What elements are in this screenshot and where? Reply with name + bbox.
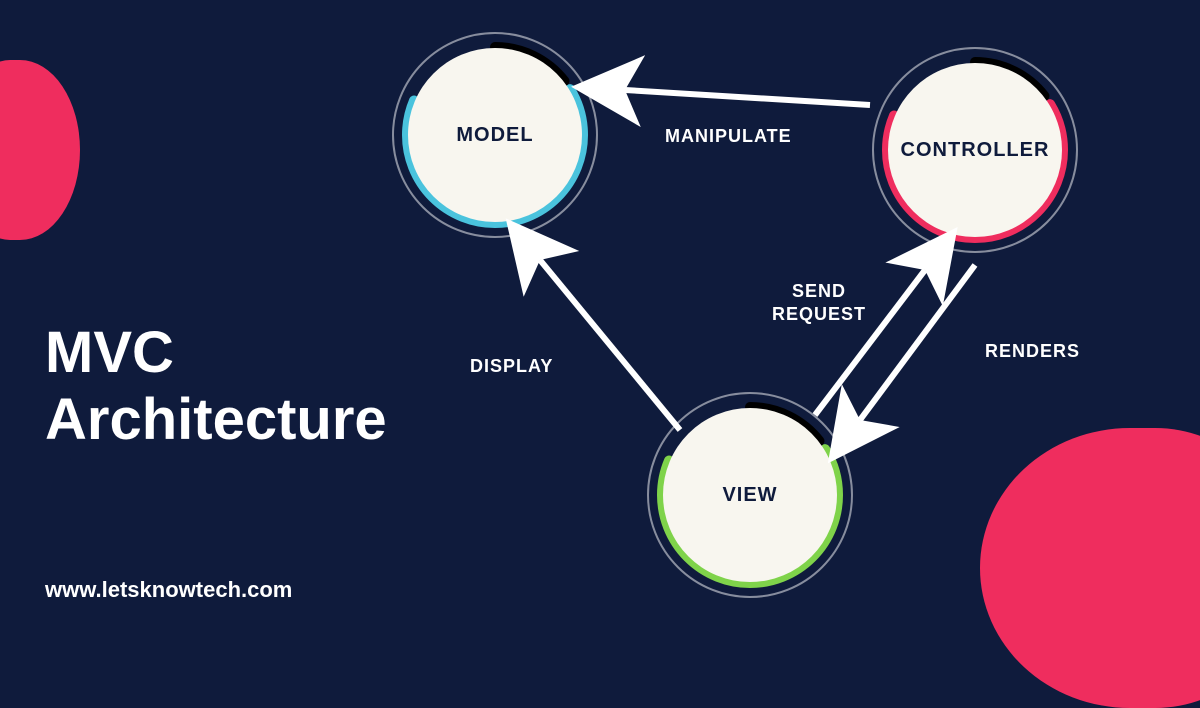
footer-url: www.letsknowtech.com bbox=[45, 577, 292, 603]
edge-label-renders: RENDERS bbox=[985, 340, 1080, 363]
edge-label-display: DISPLAY bbox=[470, 355, 553, 378]
edge-label-send: SEND bbox=[772, 280, 866, 303]
title-line-1: MVC bbox=[45, 320, 387, 387]
node-label-view: VIEW bbox=[722, 484, 777, 507]
node-disc: MODEL bbox=[408, 48, 582, 222]
node-label-model: MODEL bbox=[456, 124, 533, 147]
title-line-2: Architecture bbox=[45, 387, 387, 454]
node-disc: VIEW bbox=[663, 408, 837, 582]
decor-blob-top-left bbox=[0, 60, 80, 240]
edge-label-send-request: SEND REQUEST bbox=[772, 280, 866, 327]
node-disc: CONTROLLER bbox=[888, 63, 1062, 237]
node-controller: CONTROLLER bbox=[880, 55, 1070, 245]
diagram-title: MVC Architecture bbox=[45, 320, 387, 453]
decor-blob-bottom-right bbox=[980, 428, 1200, 708]
node-view: VIEW bbox=[655, 400, 845, 590]
edge-label-manipulate: MANIPULATE bbox=[665, 125, 792, 148]
node-model: MODEL bbox=[400, 40, 590, 230]
edge-label-request: REQUEST bbox=[772, 303, 866, 326]
node-label-controller: CONTROLLER bbox=[901, 139, 1050, 162]
